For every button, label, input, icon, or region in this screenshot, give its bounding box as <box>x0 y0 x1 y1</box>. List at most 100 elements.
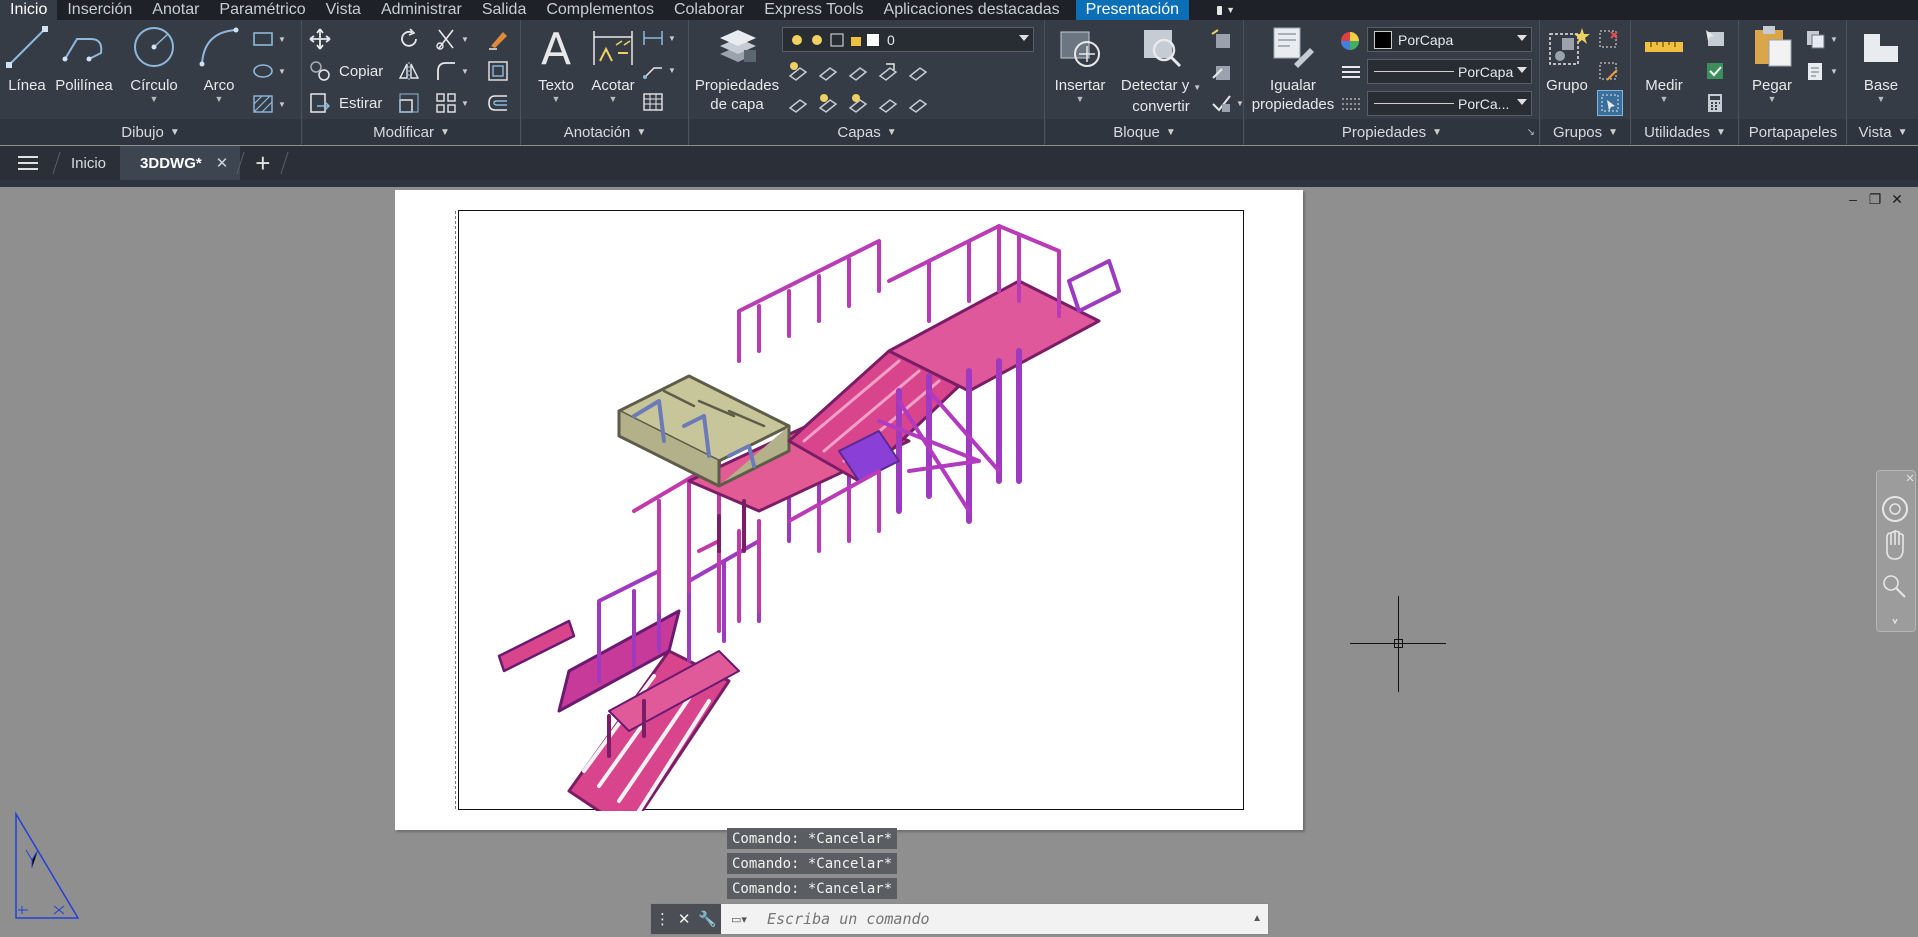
arc-label: Arco <box>203 77 235 94</box>
copy-clip-button[interactable]: ▼ <box>1804 60 1838 82</box>
panel-title-modificar[interactable]: Modificar ▼ <box>303 119 520 145</box>
color-dropdown[interactable]: PorCapa <box>1367 27 1532 52</box>
ribbon-display-toggle[interactable]: ▼ <box>1207 0 1245 20</box>
panel-title-anotacion[interactable]: Anotación ▼ <box>522 119 688 145</box>
base-view-button[interactable]: Base ▼ <box>1856 24 1906 104</box>
join-button[interactable] <box>487 92 509 114</box>
chevron-down-icon <box>1517 35 1527 41</box>
move-button[interactable] <box>309 28 331 50</box>
tab-anotar[interactable]: Anotar <box>142 0 209 20</box>
tab-aplicaciones-destacadas[interactable]: Aplicaciones destacadas <box>874 0 1070 20</box>
text-button[interactable]: A Texto ▼ <box>532 24 580 104</box>
fillet-icon <box>437 62 455 80</box>
tab-colaborar[interactable]: Colaborar <box>664 0 754 20</box>
panel-title-propiedades[interactable]: Propiedades ▼ ↘ <box>1245 119 1539 145</box>
command-prompt-icon[interactable]: ▭▾ <box>721 904 757 934</box>
linetype-dropdown[interactable]: PorCapa <box>1367 59 1532 84</box>
minimize-icon[interactable]: – <box>1846 191 1860 207</box>
clipboard-icon <box>1808 63 1822 80</box>
create-block-button[interactable] <box>1210 28 1232 50</box>
array-button[interactable]: ▼ <box>435 92 469 114</box>
cut-copy-button[interactable]: ▼ <box>1804 28 1838 50</box>
layer-tools-row-2[interactable] <box>784 92 934 114</box>
select-all-button[interactable] <box>1704 60 1726 82</box>
match-properties-button[interactable]: Igualar propiedades <box>1249 24 1337 114</box>
layout-viewport[interactable] <box>455 210 1244 833</box>
wrench-icon[interactable]: 🔧 <box>698 910 717 928</box>
erase-button[interactable] <box>487 28 509 50</box>
eraser-icon <box>489 32 507 50</box>
layer-properties-button[interactable]: Propiedades de capa <box>694 24 780 114</box>
detect-convert-button[interactable]: Detectar y ▼ convertir <box>1112 24 1210 116</box>
tab-start-inicio[interactable]: Inicio <box>57 146 120 180</box>
panel-title-capas[interactable]: Capas ▼ <box>690 119 1044 145</box>
linear-dim-button[interactable]: ▼ <box>642 28 676 48</box>
fillet-button[interactable]: ▼ <box>435 60 469 82</box>
lineweight-dropdown[interactable]: PorCa... <box>1367 91 1532 116</box>
navigation-bar[interactable] <box>1876 470 1916 632</box>
tab-vista[interactable]: Vista <box>316 0 371 20</box>
layer-tools-row-1[interactable] <box>784 60 934 82</box>
tab-administrar[interactable]: Administrar <box>371 0 472 20</box>
close-icon[interactable]: ✕ <box>678 910 691 928</box>
mirror-button[interactable] <box>398 60 420 82</box>
panel-title-utilidades[interactable]: Utilidades ▼ <box>1632 119 1738 145</box>
calculator-button[interactable] <box>1704 92 1726 114</box>
circle-button[interactable]: Círculo ▼ <box>126 24 182 104</box>
tab-insercion[interactable]: Inserción <box>57 0 142 20</box>
panel-title-grupos[interactable]: Grupos ▼ <box>1541 119 1630 145</box>
tab-inicio[interactable]: Inicio <box>0 0 58 20</box>
tab-complementos[interactable]: Complementos <box>536 0 664 20</box>
leader-button[interactable]: ▼ <box>642 60 676 80</box>
panel-title-portapapeles[interactable]: Portapapeles <box>1740 119 1846 145</box>
file-tab-bar: Inicio 3DDWG* ✕ + <box>0 146 1918 180</box>
chevron-down-icon: ▼ <box>608 94 618 104</box>
hatch-button[interactable]: ▼ <box>252 94 286 114</box>
tab-document-3ddwg[interactable]: 3DDWG* ✕ <box>120 146 241 180</box>
tab-parametrico[interactable]: Paramétrico <box>209 0 315 20</box>
scale-button[interactable] <box>398 92 420 114</box>
group-button[interactable]: Grupo <box>1543 24 1591 95</box>
dialog-launcher-icon[interactable]: ↘ <box>1527 127 1535 138</box>
close-icon[interactable]: ✕ <box>216 154 229 172</box>
arc-button[interactable]: Arco ▼ <box>196 24 242 104</box>
offset-button[interactable] <box>487 60 509 82</box>
ellipse-button[interactable]: ▼ <box>252 62 286 80</box>
line-button[interactable]: Línea <box>4 24 50 95</box>
ucs-icon <box>15 811 80 919</box>
layer-dropdown[interactable]: 0 <box>782 27 1034 52</box>
group-edit-button[interactable] <box>1597 60 1619 82</box>
copy-button[interactable]: Copiar <box>309 60 383 82</box>
polyline-button[interactable]: Polilínea <box>55 24 113 95</box>
quick-select-button[interactable] <box>1704 28 1726 50</box>
rectangle-button[interactable]: ▼ <box>252 30 286 48</box>
restore-icon[interactable]: ❐ <box>1868 191 1882 207</box>
panel-title-vista[interactable]: Vista ▼ <box>1848 119 1918 145</box>
table-button[interactable] <box>642 92 664 112</box>
application-menu-button[interactable] <box>0 146 56 180</box>
command-input[interactable] <box>757 904 1268 934</box>
detect-convert-icon <box>1138 24 1184 70</box>
rotate-button[interactable] <box>398 28 420 50</box>
group-selection-toggle[interactable] <box>1597 90 1623 116</box>
paste-button[interactable]: Pegar ▼ <box>1744 24 1800 104</box>
close-icon[interactable]: ✕ <box>1890 191 1904 207</box>
new-tab-button[interactable]: + <box>241 146 284 180</box>
edit-block-button[interactable] <box>1210 60 1232 82</box>
chevron-up-icon[interactable]: ▲ <box>1252 913 1262 924</box>
ungroup-button[interactable] <box>1597 28 1619 50</box>
dimension-button[interactable]: Acotar ▼ <box>588 24 638 104</box>
block-attributes-button[interactable]: ▼ <box>1210 92 1244 114</box>
panel-title-bloque[interactable]: Bloque ▼ <box>1046 119 1243 145</box>
insert-block-button[interactable]: Insertar ▼ <box>1048 24 1112 104</box>
stretch-button[interactable]: Estirar <box>309 92 382 114</box>
text-label: Texto <box>538 77 574 94</box>
tab-express-tools[interactable]: Express Tools <box>754 0 873 20</box>
measure-button[interactable]: Medir ▼ <box>1636 24 1692 104</box>
tab-presentacion[interactable]: Presentación <box>1075 0 1190 20</box>
panel-title-dibujo[interactable]: Dibujo ▼ <box>0 119 301 145</box>
grip-handle-icon[interactable]: ⋮ <box>655 910 670 928</box>
tab-salida[interactable]: Salida <box>472 0 536 20</box>
chevron-down-icon: ▼ <box>1659 94 1669 104</box>
trim-button[interactable]: ▼ <box>435 28 469 50</box>
